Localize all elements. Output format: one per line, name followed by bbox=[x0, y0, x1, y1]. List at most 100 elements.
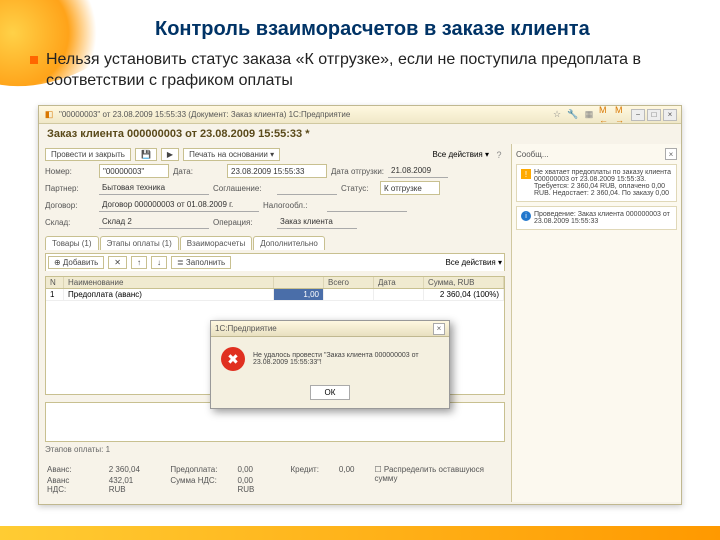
col-date: Дата bbox=[374, 277, 424, 288]
info-message[interactable]: i Проведение: Заказ клиента 000000003 от… bbox=[516, 206, 677, 230]
dialog-titlebar: 1С:Предприятие × bbox=[211, 321, 449, 337]
add-row-button[interactable]: ⊕ Добавить bbox=[48, 256, 104, 269]
status-field[interactable]: К отгрузке bbox=[380, 181, 440, 195]
ok-button[interactable]: ОК bbox=[310, 385, 351, 400]
messages-header: Сообщ... bbox=[516, 150, 549, 159]
credit-value: 0,00 bbox=[339, 465, 355, 474]
calc-icon[interactable]: ▦ bbox=[583, 109, 595, 121]
table-header: N Наименование Всего Дата Сумма, RUB bbox=[46, 277, 504, 289]
stages-count: Этапов оплаты: 1 bbox=[45, 445, 110, 454]
app-window: ◧ "00000003" от 23.08.2009 15:55:33 (Док… bbox=[38, 105, 682, 505]
col-n: N bbox=[46, 277, 64, 288]
save-icon[interactable]: 💾 bbox=[135, 148, 157, 161]
tab-settlements[interactable]: Взаиморасчеты bbox=[180, 236, 252, 250]
advance-vat-value: 432,01 RUB bbox=[109, 476, 151, 494]
table-toolbar: ⊕ Добавить ✕ ↑ ↓ ≣ Заполнить Все действи… bbox=[45, 253, 505, 271]
cell-date bbox=[374, 289, 424, 301]
prepay-label: Предоплата: bbox=[170, 465, 217, 474]
col-total: Всего bbox=[324, 277, 374, 288]
sum-vat-value: 0,00 RUB bbox=[237, 476, 270, 494]
all-actions-link[interactable]: Все действия ▾ bbox=[432, 150, 489, 159]
error-icon: ✖ bbox=[221, 347, 245, 371]
bullet-marker bbox=[30, 56, 38, 64]
prepay-value: 0,00 bbox=[237, 465, 270, 474]
tools-icon[interactable]: 🔧 bbox=[567, 109, 579, 121]
contract-label: Договор: bbox=[45, 201, 95, 210]
error-dialog: 1С:Предприятие × ✖ Не удалось провести "… bbox=[210, 320, 450, 409]
warning-icon: ! bbox=[521, 169, 531, 179]
info-icon: i bbox=[521, 211, 531, 221]
minimize-button[interactable]: − bbox=[631, 109, 645, 121]
doc-toolbar: Провести и закрыть 💾 ▶ Печать на основан… bbox=[45, 148, 505, 161]
close-button[interactable]: × bbox=[663, 109, 677, 121]
cell-n: 1 bbox=[46, 289, 64, 301]
warning-text: Не хватает предоплаты по заказу клиента … bbox=[534, 169, 672, 197]
info-text: Проведение: Заказ клиента 000000003 от 2… bbox=[534, 211, 672, 225]
cell-sum: 2 360,04 (100%) bbox=[424, 289, 504, 301]
table-actions-link[interactable]: Все действия ▾ bbox=[445, 258, 502, 267]
col-name: Наименование bbox=[64, 277, 274, 288]
agreement-label: Соглашение: bbox=[213, 184, 273, 193]
slide-footer-bar bbox=[0, 526, 720, 540]
nav-next-button[interactable]: М → bbox=[615, 109, 627, 121]
contract-field[interactable]: Договор 000000003 от 01.08.2009 г. bbox=[99, 198, 259, 212]
tab-extra[interactable]: Дополнительно bbox=[253, 236, 325, 250]
number-field[interactable]: "00000003" bbox=[99, 164, 169, 178]
post-and-close-button[interactable]: Провести и закрыть bbox=[45, 148, 131, 161]
help-icon[interactable]: ? bbox=[493, 149, 505, 161]
table-row[interactable]: 1 Предоплата (аванс) 1,00 2 360,04 (100%… bbox=[46, 289, 504, 301]
date-label: Дата: bbox=[173, 167, 223, 176]
delete-row-button[interactable]: ✕ bbox=[108, 256, 127, 269]
advance-label: Аванс: bbox=[47, 465, 89, 474]
partner-field[interactable]: Бытовая техника bbox=[99, 181, 209, 195]
bullet-text: Нельзя установить статус заказа «К отгру… bbox=[46, 50, 700, 92]
advance-value: 2 360,04 bbox=[109, 465, 151, 474]
slide-bullet: Нельзя установить статус заказа «К отгру… bbox=[30, 50, 700, 92]
status-label: Статус: bbox=[341, 184, 376, 193]
distribute-checkbox[interactable]: ☐ Распределить оставшуюся сумму bbox=[375, 465, 503, 483]
ship-label: Дата отгрузки: bbox=[331, 167, 384, 176]
cell-total bbox=[324, 289, 374, 301]
window-title-text: "00000003" от 23.08.2009 15:55:33 (Докум… bbox=[59, 110, 350, 119]
warehouse-label: Склад: bbox=[45, 218, 95, 227]
maximize-button[interactable]: □ bbox=[647, 109, 661, 121]
fav-icon[interactable]: ☆ bbox=[551, 109, 563, 121]
cell-name: Предоплата (аванс) bbox=[64, 289, 274, 301]
tab-goods[interactable]: Товары (1) bbox=[45, 236, 99, 250]
dialog-title: 1С:Предприятие bbox=[215, 324, 277, 333]
agreement-field[interactable] bbox=[277, 181, 337, 195]
col-3 bbox=[274, 277, 324, 288]
print-button[interactable]: Печать на основании ▾ bbox=[183, 148, 280, 161]
tax-field[interactable] bbox=[327, 198, 407, 212]
nav-prev-button[interactable]: М ← bbox=[599, 109, 611, 121]
col-sum: Сумма, RUB bbox=[424, 277, 504, 288]
operation-field[interactable]: Заказ клиента bbox=[277, 215, 357, 229]
partner-label: Партнер: bbox=[45, 184, 95, 193]
ship-date-field[interactable]: 21.08.2009 bbox=[388, 164, 448, 178]
dialog-close-button[interactable]: × bbox=[433, 323, 445, 335]
messages-pane: Сообщ... × ! Не хватает предоплаты по за… bbox=[511, 144, 681, 502]
app-icon: ◧ bbox=[43, 109, 55, 121]
tax-label: Налогообл.: bbox=[263, 201, 323, 210]
warning-message[interactable]: ! Не хватает предоплаты по заказу клиент… bbox=[516, 164, 677, 202]
dialog-text: Не удалось провести "Заказ клиента 00000… bbox=[253, 352, 439, 366]
date-field[interactable]: 23.08.2009 15:55:33 bbox=[227, 164, 327, 178]
tab-payment-stages[interactable]: Этапы оплаты (1) bbox=[100, 236, 179, 250]
slide-title: Контроль взаиморасчетов в заказе клиента bbox=[155, 18, 590, 41]
totals-grid: Аванс: Аванс НДС: 2 360,04 432,01 RUB Пр… bbox=[45, 461, 505, 498]
number-label: Номер: bbox=[45, 167, 95, 176]
advance-vat-label: Аванс НДС: bbox=[47, 476, 89, 494]
post-icon[interactable]: ▶ bbox=[161, 148, 179, 161]
sum-vat-label: Сумма НДС: bbox=[170, 476, 217, 485]
move-up-button[interactable]: ↑ bbox=[131, 256, 147, 269]
cell-selected[interactable]: 1,00 bbox=[274, 289, 324, 301]
warehouse-field[interactable]: Склад 2 bbox=[99, 215, 209, 229]
fill-button[interactable]: ≣ Заполнить bbox=[171, 256, 231, 269]
messages-close-button[interactable]: × bbox=[665, 148, 677, 160]
move-down-button[interactable]: ↓ bbox=[151, 256, 167, 269]
window-titlebar: ◧ "00000003" от 23.08.2009 15:55:33 (Док… bbox=[39, 106, 681, 124]
credit-label: Кредит: bbox=[291, 465, 319, 474]
operation-label: Операция: bbox=[213, 218, 273, 227]
document-title: Заказ клиента 000000003 от 23.08.2009 15… bbox=[39, 124, 681, 144]
tab-bar: Товары (1) Этапы оплаты (1) Взаиморасчет… bbox=[45, 236, 505, 250]
